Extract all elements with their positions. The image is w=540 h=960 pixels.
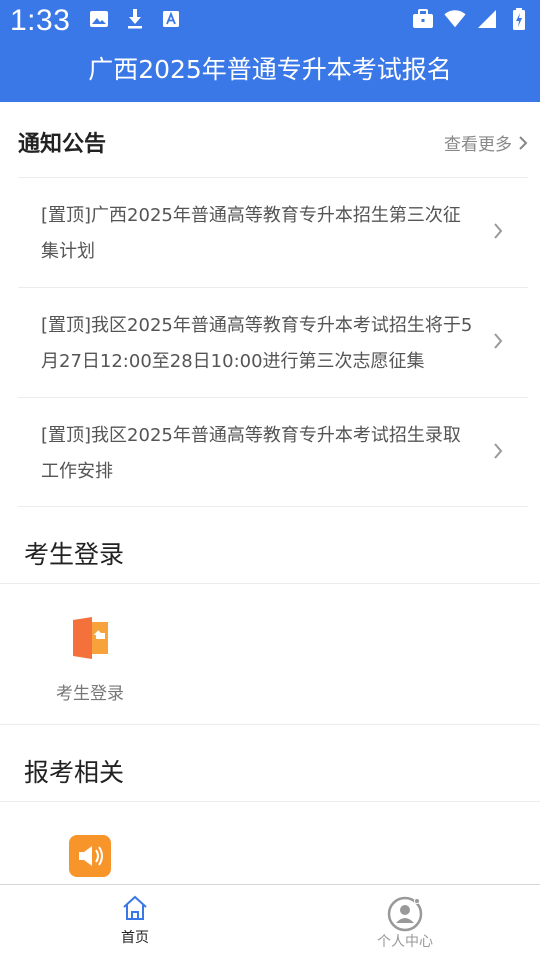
tab-user-center[interactable]: 个人中心 — [345, 895, 465, 951]
status-bar: 1:33 — [0, 0, 540, 40]
notice-section-title: 通知公告 — [18, 132, 107, 157]
divider — [0, 583, 540, 584]
bottom-tab-bar: 首页 个人中心 — [0, 884, 540, 960]
student-login-label: 考生登录 — [56, 684, 124, 704]
status-time: 1:33 — [10, 4, 71, 37]
login-door-icon — [73, 617, 108, 659]
user-center-icon — [387, 896, 423, 932]
login-section-title: 考生登录 — [24, 540, 125, 569]
page-title: 广西2025年普通专升本考试报名 — [88, 55, 452, 84]
divider — [0, 724, 540, 725]
signal-icon — [476, 8, 498, 30]
work-profile-icon — [412, 8, 434, 30]
megaphone-icon — [69, 835, 111, 877]
download-icon — [124, 8, 146, 30]
chevron-right-icon — [494, 333, 503, 349]
chevron-right-icon — [519, 135, 528, 150]
tab-home-label: 首页 — [121, 930, 149, 946]
notice-item-text: [置顶]我区2025年普通高等教育专升本考试招生录取工作安排 — [41, 425, 461, 482]
wifi-icon — [444, 8, 466, 30]
notice-list: [置顶]广西2025年普通高等教育专升本招生第三次征集计划 [置顶]我区2025… — [18, 177, 528, 507]
notice-item-text: [置顶]广西2025年普通高等教育专升本招生第三次征集计划 — [41, 205, 461, 262]
battery-icon — [508, 8, 530, 30]
chevron-right-icon — [494, 223, 503, 239]
announcement-button[interactable] — [69, 835, 111, 877]
image-notification-icon — [88, 8, 110, 30]
exam-section-title: 报考相关 — [24, 758, 125, 787]
chevron-right-icon — [494, 443, 503, 459]
notice-item-text: [置顶]我区2025年普通高等教育专升本考试招生将于5月27日12:00至28日… — [41, 315, 473, 372]
app-header: 1:33 广西2025年普通专升本考试报名 — [0, 0, 540, 102]
notice-item[interactable]: [置顶]我区2025年普通高等教育专升本考试招生将于5月27日12:00至28日… — [18, 287, 528, 397]
notice-header: 通知公告 查看更多 — [18, 122, 528, 158]
notice-item[interactable]: [置顶]我区2025年普通高等教育专升本考试招生录取工作安排 — [18, 397, 528, 507]
font-notification-icon — [160, 8, 182, 30]
tab-home[interactable]: 首页 — [75, 895, 195, 947]
student-login-button[interactable]: 考生登录 — [40, 617, 140, 707]
home-icon — [123, 895, 147, 920]
view-more-link[interactable]: 查看更多 — [444, 130, 528, 155]
view-more-label: 查看更多 — [444, 135, 512, 155]
divider — [0, 801, 540, 802]
notice-item[interactable]: [置顶]广西2025年普通高等教育专升本招生第三次征集计划 — [18, 177, 528, 287]
tab-user-center-label: 个人中心 — [377, 934, 433, 950]
